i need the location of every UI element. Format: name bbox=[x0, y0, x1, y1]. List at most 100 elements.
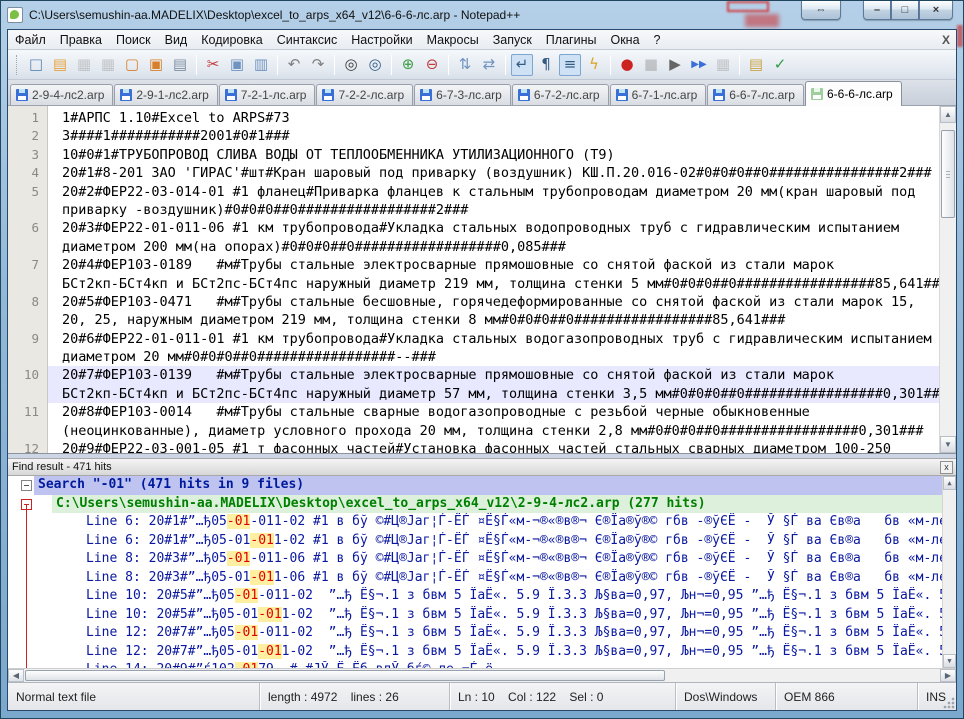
find-scrollbar-thumb[interactable] bbox=[25, 670, 665, 681]
find-vertical-scrollbar[interactable]: ▲ ▼ bbox=[942, 476, 956, 668]
line-number bbox=[8, 201, 48, 219]
spell-check-button[interactable]: ✓ bbox=[769, 54, 791, 76]
close-button[interactable]: × bbox=[919, 1, 953, 20]
result-pre: Line 8: 20#3#”…ђ05-01 bbox=[86, 570, 250, 585]
find-result-line[interactable]: Line 10: 20#5#”…ђ05-01-011-02 ”…ђ Ё§¬.1 … bbox=[8, 587, 956, 606]
find-result-line[interactable]: Line 8: 20#3#”…ђ05-01-011-06 #1 в бў ©#Ц… bbox=[8, 550, 956, 569]
tab-6-7-2-лс.arp[interactable]: 6-7-2-лс.arp bbox=[512, 84, 609, 105]
toolbar-separator bbox=[277, 55, 278, 75]
find-result-list[interactable]: Search "-01" (471 hits in 9 files) C:\Us… bbox=[8, 476, 956, 668]
find-result-line[interactable]: Line 6: 20#1#”…ђ05-01-011-02 #1 в бў ©#Ц… bbox=[8, 532, 956, 551]
tab-6-7-1-лс.arp[interactable]: 6-7-1-лс.arp bbox=[610, 84, 707, 105]
paste-button[interactable]: ▥ bbox=[250, 54, 272, 76]
scroll-left-icon[interactable]: ◀ bbox=[8, 669, 24, 682]
editor-text-area[interactable]: 11#АРПС 1.10#Excel to ARPS#7323####1####… bbox=[8, 106, 939, 453]
tab-2-9-4-лс2.arp[interactable]: 2-9-4-лс2.arp bbox=[10, 84, 113, 105]
redo-button[interactable]: ↷ bbox=[307, 54, 329, 76]
result-pre: Line 12: 20#7#”…ђ05-01 bbox=[86, 644, 258, 659]
run-macro-multiple-button[interactable]: ▶▶ bbox=[688, 54, 710, 76]
menu-item-plugins[interactable]: Плагины bbox=[539, 30, 604, 50]
sync-vertical-scroll-button[interactable]: ⇅ bbox=[454, 54, 476, 76]
open-containing-folder-icon: ▤ bbox=[749, 57, 763, 72]
copy-button[interactable]: ▣ bbox=[226, 54, 248, 76]
record-macro-button[interactable]: ● bbox=[616, 54, 638, 76]
find-search-summary[interactable]: Search "-01" (471 hits in 9 files) bbox=[8, 476, 956, 495]
scroll-down-icon[interactable]: ▼ bbox=[943, 654, 956, 668]
editor-vertical-scrollbar[interactable]: ▲ ▼ bbox=[939, 106, 956, 453]
replace-button[interactable]: ◎ bbox=[364, 54, 386, 76]
cut-button[interactable]: ✂ bbox=[202, 54, 224, 76]
collapse-icon[interactable] bbox=[21, 480, 32, 491]
menu-item-help[interactable]: ? bbox=[647, 30, 668, 50]
show-all-characters-button[interactable]: ¶ bbox=[535, 54, 557, 76]
find-result-line[interactable]: Line 10: 20#5#”…ђ05-01-011-02 ”…ђ Ё§¬.1 … bbox=[8, 606, 956, 625]
tab-7-2-1-лс.arp[interactable]: 7-2-1-лс.arp bbox=[219, 84, 316, 105]
find-result-line[interactable]: Line 14: 20#9#”ѓ102-0179 #.#ЈЎ Ё Ёб влЎ … bbox=[8, 661, 956, 668]
swap-button[interactable]: ⇔ bbox=[801, 1, 841, 20]
close-file-button[interactable]: ▢ bbox=[121, 54, 143, 76]
menu-item-file[interactable]: Файл bbox=[8, 30, 53, 50]
find-result-header[interactable]: Find result - 471 hits x bbox=[8, 458, 956, 476]
find-result-line[interactable]: Line 6: 20#1#”…ђ05-01-011-02 #1 в бў ©#Ц… bbox=[8, 513, 956, 532]
menu-item-encoding[interactable]: Кодировка bbox=[194, 30, 269, 50]
tab-6-6-7-лс.arp[interactable]: 6-6-7-лс.arp bbox=[707, 84, 804, 105]
editor-row: БСт2кп-БСт4кп и БСт2пс-БСт4пс наружный д… bbox=[8, 275, 939, 293]
resize-grip[interactable] bbox=[942, 696, 955, 709]
editor-scrollbar-thumb[interactable] bbox=[941, 130, 955, 218]
close-all-icon: ▣ bbox=[149, 57, 163, 72]
menu-item-windows[interactable]: Окна bbox=[603, 30, 646, 50]
open-file-button[interactable]: ▤ bbox=[49, 54, 71, 76]
maximize-button[interactable]: □ bbox=[891, 1, 919, 20]
find-result-line[interactable]: Line 12: 20#7#”…ђ05-01-011-02 ”…ђ Ё§¬.1 … bbox=[8, 624, 956, 643]
word-wrap-button[interactable]: ↵ bbox=[511, 54, 533, 76]
open-containing-folder-button[interactable]: ▤ bbox=[745, 54, 767, 76]
undo-button[interactable]: ↶ bbox=[283, 54, 305, 76]
tab-2-9-1-лс2.arp[interactable]: 2-9-1-лс2.arp bbox=[114, 84, 217, 105]
menu-item-macros[interactable]: Макросы bbox=[420, 30, 486, 50]
find-result-line[interactable]: Line 8: 20#3#”…ђ05-01-011-06 #1 в бў ©#Ц… bbox=[8, 569, 956, 588]
copy-icon: ▣ bbox=[230, 57, 244, 72]
find-horizontal-scrollbar[interactable]: ◀ ▶ bbox=[8, 668, 956, 682]
editor-row: 11#АРПС 1.10#Excel to ARPS#73 bbox=[8, 109, 939, 127]
tab-6-6-6-лс.arp[interactable]: 6-6-6-лс.arp bbox=[805, 81, 902, 106]
editor[interactable]: 11#АРПС 1.10#Excel to ARPS#7323####1####… bbox=[8, 106, 956, 454]
indent-guide-button[interactable]: ≡ bbox=[559, 54, 581, 76]
find-result-close-icon[interactable]: x bbox=[940, 461, 953, 474]
menu-item-settings[interactable]: Настройки bbox=[344, 30, 419, 50]
find-button[interactable]: ◎ bbox=[340, 54, 362, 76]
match-highlight: -01 bbox=[250, 533, 273, 548]
function-list-button[interactable]: ϟ bbox=[583, 54, 605, 76]
menu-item-search[interactable]: Поиск bbox=[109, 30, 158, 50]
scroll-up-icon[interactable]: ▲ bbox=[940, 106, 956, 123]
result-pre: Line 10: 20#5#”…ђ05-01 bbox=[86, 607, 258, 622]
tab-6-7-3-лс.arp[interactable]: 6-7-3-лс.arp bbox=[414, 84, 511, 105]
scroll-up-icon[interactable]: ▲ bbox=[943, 476, 956, 490]
menu-item-run[interactable]: Запуск bbox=[486, 30, 539, 50]
zoom-in-button[interactable]: ⊕ bbox=[397, 54, 419, 76]
tab-7-2-2-лс.arp[interactable]: 7-2-2-лс.arp bbox=[316, 84, 413, 105]
find-file-summary[interactable]: C:\Users\semushin-aa.MADELIX\Desktop\exc… bbox=[8, 495, 956, 514]
menu-item-edit[interactable]: Правка bbox=[53, 30, 109, 50]
scroll-down-icon[interactable]: ▼ bbox=[940, 436, 956, 453]
result-indent bbox=[8, 661, 86, 668]
scroll-right-icon[interactable]: ▶ bbox=[940, 669, 956, 682]
menu-close-icon[interactable]: X bbox=[942, 33, 950, 47]
save-all-icon: ▦ bbox=[101, 57, 115, 72]
new-file-button[interactable]: □ bbox=[25, 54, 47, 76]
print-button[interactable]: ▤ bbox=[169, 54, 191, 76]
editor-row: 920#6#ФЕР22-01-011-01 #1 км трубопровода… bbox=[8, 330, 939, 348]
play-macro-button[interactable]: ▶ bbox=[664, 54, 686, 76]
find-result-line[interactable]: Line 12: 20#7#”…ђ05-01-011-02 ”…ђ Ё§¬.1 … bbox=[8, 643, 956, 662]
minimize-button[interactable]: – bbox=[863, 1, 891, 20]
saved-file-icon bbox=[518, 89, 530, 101]
zoom-out-button[interactable]: ⊖ bbox=[421, 54, 443, 76]
notepadpp-icon bbox=[7, 7, 23, 23]
close-all-button[interactable]: ▣ bbox=[145, 54, 167, 76]
editor-row: 820#5#ФЕР103-0471 #м#Трубы стальные бесш… bbox=[8, 293, 939, 311]
sync-horizontal-scroll-button[interactable]: ⇄ bbox=[478, 54, 500, 76]
replace-icon: ◎ bbox=[368, 57, 381, 72]
toolbar-separator bbox=[610, 55, 611, 75]
find-result-title: Find result - 471 hits bbox=[12, 461, 112, 473]
menu-item-view[interactable]: Вид bbox=[158, 30, 195, 50]
menu-item-syntax[interactable]: Синтаксис bbox=[270, 30, 345, 50]
